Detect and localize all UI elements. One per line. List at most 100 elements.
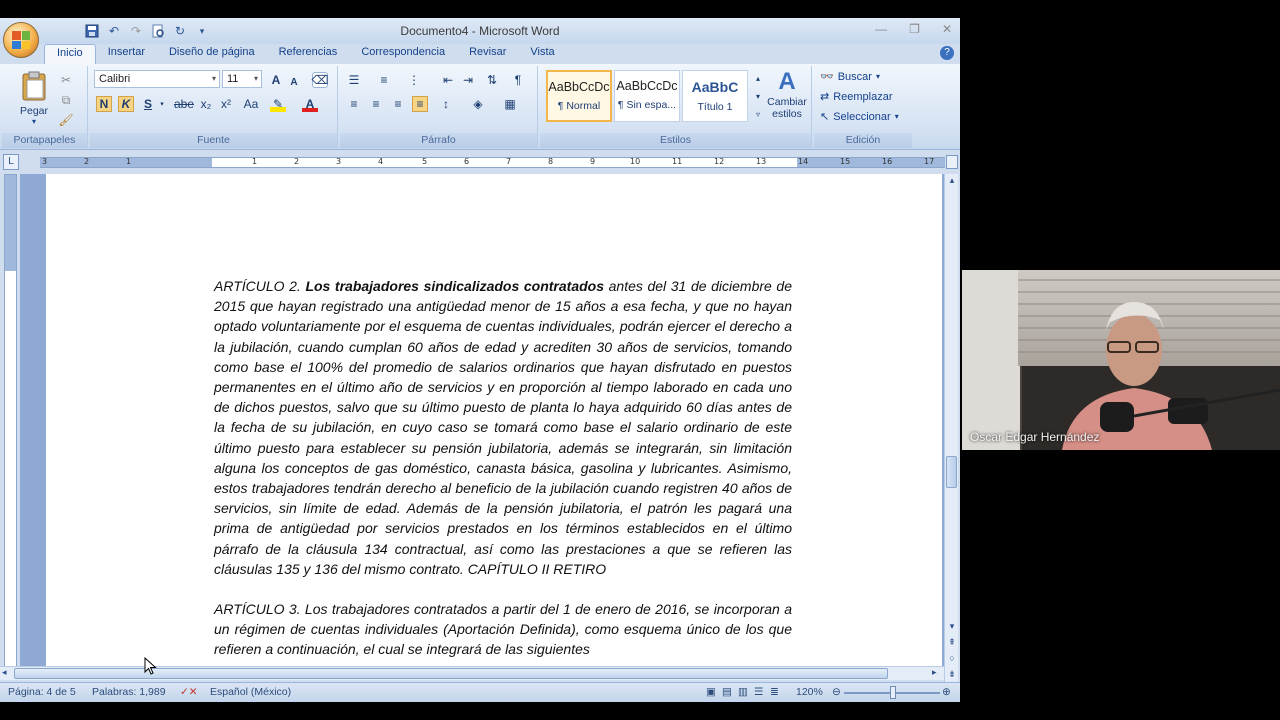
restore-icon[interactable]: ❐ [909,22,920,36]
style-normal[interactable]: AaBbCcDc ¶ Normal [546,70,612,122]
bold-button[interactable]: N [96,96,112,112]
underline-dropdown-icon[interactable]: ▾ [154,96,170,112]
zoom-slider-thumb[interactable] [890,686,896,699]
paste-button[interactable]: Pegar ▾ [16,70,52,126]
tab-correspondencia[interactable]: Correspondencia [349,44,457,64]
outline-icon[interactable]: ☰ [754,686,763,698]
language-indicator[interactable]: Español (México) [210,686,291,698]
tab-vista[interactable]: Vista [518,44,566,64]
vertical-scrollbar[interactable]: ▴ ▾ ⇞ ○ ⇟ [944,174,958,686]
scroll-up-icon[interactable]: ▴ [946,174,958,186]
style-no-spacing[interactable]: AaBbCcDc ¶ Sin espa... [614,70,680,122]
replace-icon: ⇄ [820,91,830,103]
strikethrough-button[interactable]: abe [174,96,194,112]
font-name-select[interactable]: Calibri ▾ [94,70,220,88]
proofing-icon[interactable]: ✓✕ [180,686,198,698]
sort-icon[interactable]: ⇅ [484,72,500,88]
subscript-button[interactable]: x₂ [198,96,214,112]
draft-icon[interactable]: ≣ [770,686,779,698]
article-2-bold-text: Los trabajadores sindicalizados contrata… [305,278,605,294]
close-icon[interactable]: ✕ [942,22,952,36]
justify-icon[interactable]: ≡ [412,96,428,112]
word-count[interactable]: Palabras: 1,989 [92,686,166,698]
next-page-icon[interactable]: ⇟ [946,668,958,680]
page-count[interactable]: Página: 4 de 5 [8,686,76,698]
editing-group-label: Edición [814,133,912,148]
mouse-cursor-icon [144,657,157,675]
increase-indent-icon[interactable]: ⇥ [460,72,476,88]
tab-diseno-pagina[interactable]: Diseño de página [157,44,267,64]
zoom-out-icon[interactable]: ⊖ [832,686,841,698]
ruler-strip[interactable]: 3 2 1 1 2 3 4 5 6 7 8 9 10 11 12 13 14 1… [40,157,945,168]
ruler-tick: 1 [252,157,258,166]
group-editing: 👓 Buscar ▾ ⇄ Reemplazar ↖ Seleccionar ▾ … [814,66,912,148]
numbering-icon[interactable]: ≡ [376,72,392,88]
document-body[interactable]: ARTÍCULO 2. Los trabajadores sindicaliza… [214,276,792,676]
zoom-level[interactable]: 120% [796,686,823,698]
tab-inicio[interactable]: Inicio [44,44,96,64]
select-button[interactable]: ↖ Seleccionar ▾ [820,110,899,124]
cut-icon[interactable]: ✂ [58,72,74,88]
style-heading1[interactable]: AaBbC Título 1 [682,70,748,122]
browse-object-icon[interactable]: ○ [946,652,958,664]
grow-font-icon[interactable]: A [268,72,284,88]
view-ruler-icon[interactable] [946,155,958,169]
word-window: ↶ ↷ ↻ ▾ Documento4 - Microsoft Word — ❐ … [0,18,960,702]
full-screen-reading-icon[interactable]: ▤ [722,686,732,698]
font-size-select[interactable]: 11 ▾ [222,70,262,88]
print-layout-icon[interactable]: ▣ [706,686,716,698]
show-marks-icon[interactable]: ¶ [510,72,526,88]
shading-icon[interactable]: ◈ [470,96,486,112]
shrink-font-icon[interactable]: A [286,74,302,90]
scroll-down-icon[interactable]: ▾ [946,620,958,632]
change-case-button[interactable]: Aa [240,96,262,112]
group-styles: AaBbCcDc ¶ Normal AaBbCcDc ¶ Sin espa...… [540,66,812,148]
help-icon[interactable]: ? [940,46,954,60]
highlight-icon[interactable]: ✎ [270,96,286,112]
change-styles-icon: A [778,68,796,95]
article-2-paragraph: ARTÍCULO 2. Los trabajadores sindicaliza… [214,276,792,579]
change-styles-label: Cambiar estilos [767,96,807,120]
group-clipboard: Pegar ▾ ✂ ⧉ 🖌 Portapapeles [2,66,88,148]
font-color-button[interactable]: A [302,96,318,112]
format-painter-icon[interactable]: 🖌 [58,112,74,128]
minimize-icon[interactable]: — [875,22,887,36]
ruler-tick: 10 [630,157,641,166]
tab-revisar[interactable]: Revisar [457,44,518,64]
italic-button[interactable]: K [118,96,134,112]
tab-referencias[interactable]: Referencias [267,44,350,64]
web-layout-icon[interactable]: ▥ [738,686,748,698]
ruler-tick: 15 [840,157,851,166]
document-page[interactable]: ARTÍCULO 2. Los trabajadores sindicaliza… [46,174,942,676]
clear-format-icon[interactable]: ⌫ [312,72,328,88]
scroll-right-icon[interactable]: ▸ [932,667,937,678]
decrease-indent-icon[interactable]: ⇤ [440,72,456,88]
ruler-tick: 1 [126,157,132,166]
align-center-icon[interactable]: ≡ [368,96,384,112]
paste-dropdown-icon[interactable]: ▾ [16,117,52,126]
office-button[interactable] [3,22,39,58]
previous-page-icon[interactable]: ⇞ [946,636,958,648]
line-spacing-icon[interactable]: ↕ [438,96,454,112]
change-styles-button[interactable]: A Cambiar estilos [764,68,810,120]
tab-selector-button[interactable]: L [3,154,19,170]
align-left-icon[interactable]: ≡ [346,96,362,112]
find-button[interactable]: 👓 Buscar ▾ [820,70,880,84]
style-name: ¶ Sin espa... [617,99,677,111]
tab-insertar[interactable]: Insertar [96,44,157,64]
bullets-icon[interactable]: ☰ [346,72,362,88]
borders-icon[interactable]: ▦ [502,96,518,112]
multilevel-list-icon[interactable]: ⋮ [406,72,422,88]
horizontal-scrollbar[interactable]: ◂ ▸ [0,666,944,680]
replace-button[interactable]: ⇄ Reemplazar [820,90,893,104]
align-right-icon[interactable]: ≡ [390,96,406,112]
vertical-scroll-thumb[interactable] [946,456,957,488]
style-name: Título 1 [697,101,733,113]
binoculars-icon: 👓 [820,71,834,83]
copy-icon[interactable]: ⧉ [58,92,74,108]
vertical-ruler-margin [5,175,16,271]
zoom-in-icon[interactable]: ⊕ [942,686,951,698]
paste-label: Pegar [19,105,49,117]
scroll-left-icon[interactable]: ◂ [2,667,7,678]
superscript-button[interactable]: x² [218,96,234,112]
